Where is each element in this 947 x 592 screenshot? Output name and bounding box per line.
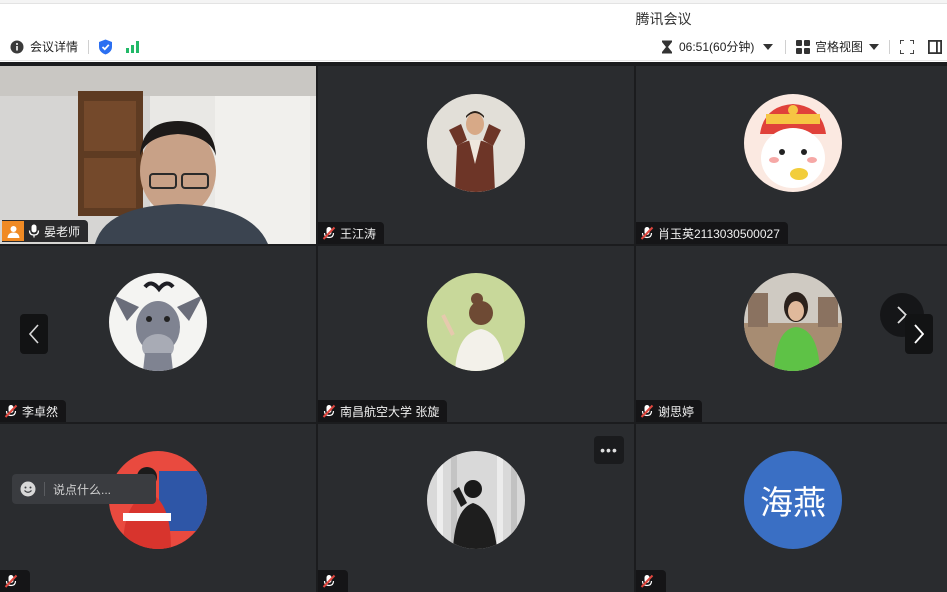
emoji-icon: [20, 481, 36, 497]
grid-view-icon: [796, 39, 810, 54]
participant-name: 南昌航空大学 张旋: [340, 404, 440, 419]
user-icon: [7, 225, 19, 238]
shield-icon: [99, 39, 112, 54]
chat-input[interactable]: 说点什么...: [12, 474, 156, 504]
chevron-down-icon: [869, 43, 880, 50]
participant-name-tag: [318, 570, 348, 592]
toolbar-divider: [88, 39, 89, 54]
avatar: [744, 273, 842, 371]
chevron-right-icon: [914, 324, 924, 344]
avatar: [427, 451, 525, 549]
network-signal-button[interactable]: [126, 32, 141, 61]
participant-tile[interactable]: 南昌航空大学 张旋: [318, 246, 634, 422]
avatar: [427, 94, 525, 192]
camera-feed: [0, 66, 316, 244]
title-bar: 腾讯会议: [0, 4, 947, 32]
participant-tile[interactable]: 海燕: [636, 424, 947, 592]
meeting-info-button[interactable]: 会议详情: [10, 32, 78, 61]
host-badge: [2, 221, 24, 241]
avatar: [744, 94, 842, 192]
avatar-image: [427, 451, 525, 549]
meeting-info-label: 会议详情: [30, 40, 79, 54]
fullscreen-icon: [900, 39, 914, 54]
mic-muted-icon: [640, 574, 654, 588]
participant-name: 晏老师: [44, 224, 81, 239]
avatar: [427, 273, 525, 371]
info-icon: [10, 40, 24, 53]
sidebar-panel-icon: [928, 39, 942, 54]
meeting-timer[interactable]: 06:51(60分钟): [661, 32, 774, 61]
security-shield-button[interactable]: [98, 32, 113, 61]
video-grid: 晏老师 王江涛 肖玉英2113030500027 李卓然 南昌航空大学 张旋 谢…: [0, 62, 947, 592]
mic-muted-icon: [4, 404, 18, 418]
participant-name-tag: [0, 570, 30, 592]
participant-name-tag: 南昌航空大学 张旋: [318, 400, 448, 422]
participant-name-tag: [636, 570, 666, 592]
avatar-text: 海燕: [744, 451, 842, 549]
prev-page-button[interactable]: [20, 314, 48, 354]
hourglass-icon: [662, 40, 672, 53]
avatar: [109, 273, 207, 371]
participant-tile-video[interactable]: 晏老师: [0, 66, 316, 244]
avatar-image: [744, 94, 842, 192]
meeting-toolbar: 会议详情 06:51(60分钟) 宫格视图: [0, 32, 947, 61]
view-mode-button[interactable]: 宫格视图: [796, 32, 880, 61]
sidebar-toggle-button[interactable]: [928, 32, 942, 61]
participant-name-tag: 谢思婷: [636, 400, 703, 422]
chat-placeholder: 说点什么...: [53, 482, 112, 497]
more-options-button[interactable]: •••: [594, 436, 624, 464]
app-title: 腾讯会议: [635, 11, 692, 27]
participant-name-tag: 晏老师: [2, 220, 89, 242]
avatar-image: [427, 94, 525, 192]
participant-tile[interactable]: 肖玉英2113030500027: [636, 66, 947, 244]
mic-muted-icon: [322, 574, 336, 588]
participant-name: 肖玉英2113030500027: [658, 226, 780, 241]
participant-name-tag: 李卓然: [0, 400, 67, 422]
participant-name-tag: 王江涛: [318, 222, 385, 244]
view-mode-label: 宫格视图: [815, 40, 864, 54]
mic-muted-icon: [322, 404, 336, 418]
participant-name: 王江涛: [340, 226, 377, 241]
timer-text: 06:51(60分钟): [679, 40, 755, 54]
chevron-down-icon: [763, 43, 774, 50]
avatar-image: [427, 273, 525, 371]
chevron-left-icon: [29, 324, 39, 344]
mic-muted-icon: [640, 226, 654, 240]
participant-tile[interactable]: 王江涛: [318, 66, 634, 244]
mic-muted-icon: [322, 226, 336, 240]
mic-icon: [28, 224, 40, 238]
next-page-button[interactable]: [905, 314, 933, 354]
toolbar-divider: [785, 39, 786, 54]
signal-bars-icon: [126, 41, 139, 53]
toolbar-divider: [889, 39, 890, 54]
fullscreen-button[interactable]: [900, 32, 914, 61]
avatar-image: [109, 273, 207, 371]
chat-divider: [44, 482, 45, 496]
participant-name: 李卓然: [22, 404, 59, 419]
participant-tile[interactable]: •••: [318, 424, 634, 592]
avatar-initials: 海燕: [760, 484, 826, 521]
participant-name-tag: 肖玉英2113030500027: [636, 222, 788, 244]
mic-muted-icon: [4, 574, 18, 588]
mic-muted-icon: [640, 404, 654, 418]
participant-tile[interactable]: [0, 424, 316, 592]
participant-name: 谢思婷: [658, 404, 695, 419]
avatar-image: [744, 273, 842, 371]
